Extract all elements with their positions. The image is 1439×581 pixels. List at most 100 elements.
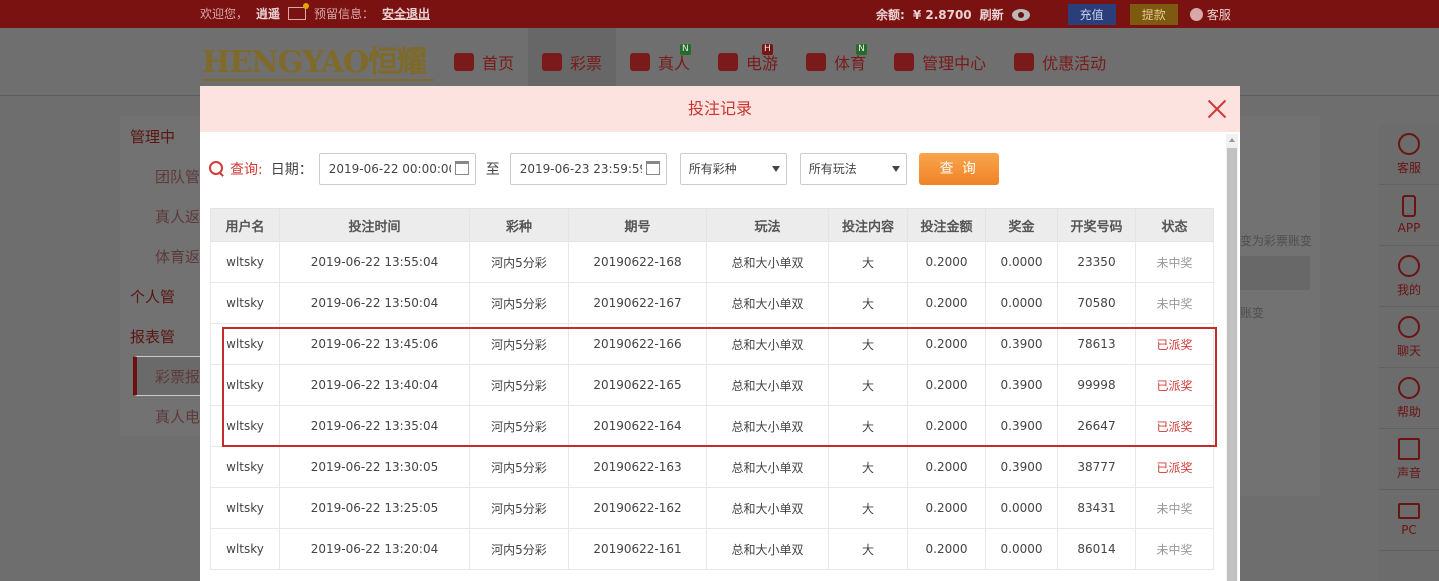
col-prize-cell: 0.0000 [985, 528, 1058, 570]
tool-pc[interactable]: PC [1379, 490, 1439, 551]
tool-label: APP [1397, 221, 1421, 235]
tool-chat[interactable]: 聊天 [1379, 307, 1439, 368]
col-play-cell: 总和大小单双 [706, 446, 829, 488]
col-amount-cell: 0.2000 [907, 364, 986, 406]
scrollbar-thumb[interactable] [1227, 148, 1237, 581]
col-content-cell: 大 [828, 487, 908, 529]
customer-service-link[interactable]: 客服 [1189, 6, 1231, 23]
col-status-cell: 已派奖 [1135, 323, 1214, 365]
bet-records-dialog: 投注记录 查询: 日期： 至 所有彩种 所有玩法 查 询 用户名投注时间彩种 [200, 86, 1240, 581]
chat-icon [1398, 315, 1420, 338]
col-username-cell: wltsky [210, 446, 280, 488]
col-lottery-cell: 河内5分彩 [469, 282, 569, 324]
sidebar-item[interactable]: 管理中 [130, 126, 175, 147]
nav-item-label: 优惠活动 [1042, 54, 1107, 73]
sidebar-item[interactable]: 彩票报 [155, 366, 200, 387]
col-draw-number-cell: 78613 [1057, 323, 1136, 365]
mail-icon[interactable] [288, 3, 310, 20]
scroll-up-arrow-icon[interactable] [1229, 138, 1235, 142]
col-status-cell: 已派奖 [1135, 364, 1214, 406]
column-header-play: 玩法 [706, 208, 829, 242]
column-header-status: 状态 [1135, 208, 1214, 242]
table-row[interactable]: wltsky 2019-06-22 13:40:04 河内5分彩 20190622-1… [210, 364, 1214, 406]
recharge-button[interactable]: 充值 [1067, 4, 1116, 25]
col-content-cell: 大 [828, 323, 908, 365]
col-issue-cell: 20190622-164 [568, 405, 707, 447]
start-date-input[interactable] [318, 153, 476, 185]
table-row[interactable]: wltsky 2019-06-22 13:20:04 河内5分彩 20190622-1… [210, 528, 1214, 570]
refresh-link[interactable]: 刷新 [980, 6, 1004, 23]
search-icon [208, 160, 226, 178]
tool-label: 声音 [1396, 465, 1421, 480]
col-issue-cell: 20190622-168 [568, 241, 707, 283]
col-status-cell: 未中奖 [1135, 487, 1214, 529]
table-row[interactable]: wltsky 2019-06-22 13:55:04 河内5分彩 20190622-1… [210, 241, 1214, 283]
tool-service[interactable]: 客服 [1379, 124, 1439, 185]
eye-icon[interactable] [1011, 8, 1030, 21]
col-prize-cell: 0.3900 [985, 446, 1058, 488]
end-date-input[interactable] [509, 153, 667, 185]
col-status-cell: 未中奖 [1135, 528, 1214, 570]
home-icon [454, 53, 474, 71]
col-bet-time-cell: 2019-06-22 13:25:05 [279, 487, 470, 529]
col-status-cell: 未中奖 [1135, 241, 1214, 283]
date-range-separator: 至 [485, 162, 500, 178]
col-amount-cell: 0.2000 [907, 446, 986, 488]
nav-item-label: 首页 [482, 54, 515, 73]
col-amount-cell: 0.2000 [907, 323, 986, 365]
col-play-cell: 总和大小单双 [706, 241, 829, 283]
scrollbar[interactable] [1226, 134, 1238, 581]
tool-label: 我的 [1396, 282, 1421, 297]
sidebar-item[interactable]: 团队管 [155, 166, 200, 187]
tool-label: PC [1401, 523, 1417, 537]
sidebar-item[interactable]: 体育返 [155, 246, 200, 267]
calendar-icon[interactable] [645, 161, 660, 175]
username-link[interactable]: 逍遥 [256, 5, 280, 22]
lottery-type-select[interactable]: 所有彩种 [679, 153, 787, 185]
floating-toolbar: 客服 APP 我的 聊天 帮助 声音 PC [1379, 124, 1439, 581]
site-logo[interactable]: HENGYAO恒耀 [202, 45, 434, 81]
table-row[interactable]: wltsky 2019-06-22 13:50:04 河内5分彩 20190622-1… [210, 282, 1214, 324]
sidebar-item[interactable]: 报表管 [130, 326, 175, 347]
table-row[interactable]: wltsky 2019-06-22 13:35:04 河内5分彩 20190622-1… [210, 405, 1214, 447]
sidebar-item[interactable]: 真人电 [155, 406, 200, 427]
user-icon [1398, 254, 1420, 277]
col-amount-cell: 0.2000 [907, 282, 986, 324]
col-status-cell: 已派奖 [1135, 446, 1214, 488]
table-row[interactable]: wltsky 2019-06-22 13:45:06 河内5分彩 20190622-1… [210, 323, 1214, 365]
top-bar: 欢迎您， 逍遥 预留信息： 安全退出 余额: ¥ 2.8700 刷新 充值 提款… [0, 0, 1439, 28]
table-row[interactable]: wltsky 2019-06-22 13:25:05 河内5分彩 20190622-1… [210, 487, 1214, 529]
headset-icon [1398, 132, 1420, 155]
sidebar-item[interactable]: 真人返 [155, 206, 200, 227]
col-status-cell: 已派奖 [1135, 405, 1214, 447]
table-row[interactable]: wltsky 2019-06-22 13:30:05 河内5分彩 20190622-1… [210, 446, 1214, 488]
calendar-icon[interactable] [454, 161, 469, 175]
nav-item-label: 彩票 [570, 54, 603, 73]
start-date-wrapper [318, 153, 476, 185]
column-header-lottery: 彩种 [469, 208, 569, 242]
hot-badge: H [762, 44, 773, 55]
col-content-cell: 大 [828, 405, 908, 447]
col-lottery-cell: 河内5分彩 [469, 487, 569, 529]
play-type-select[interactable]: 所有玩法 [799, 153, 907, 185]
tool-app[interactable]: APP [1379, 185, 1439, 246]
tool-sound[interactable]: 声音 [1379, 429, 1439, 490]
query-button[interactable]: 查 询 [918, 153, 999, 185]
close-icon[interactable] [1206, 98, 1228, 120]
col-play-cell: 总和大小单双 [706, 323, 829, 365]
col-play-cell: 总和大小单双 [706, 405, 829, 447]
col-username-cell: wltsky [210, 323, 280, 365]
tool-profile[interactable]: 我的 [1379, 246, 1439, 307]
col-draw-number-cell: 70580 [1057, 282, 1136, 324]
sidebar-item[interactable]: 个人管 [130, 286, 175, 307]
background-note: 账变 [1240, 306, 1265, 320]
col-content-cell: 大 [828, 241, 908, 283]
withdraw-button[interactable]: 提款 [1129, 4, 1178, 25]
dialog-header: 投注记录 [200, 86, 1240, 132]
col-status-cell: 未中奖 [1135, 282, 1214, 324]
logout-link[interactable]: 安全退出 [382, 5, 430, 22]
col-username-cell: wltsky [210, 405, 280, 447]
col-content-cell: 大 [828, 446, 908, 488]
col-username-cell: wltsky [210, 241, 280, 283]
tool-help[interactable]: 帮助 [1379, 368, 1439, 429]
